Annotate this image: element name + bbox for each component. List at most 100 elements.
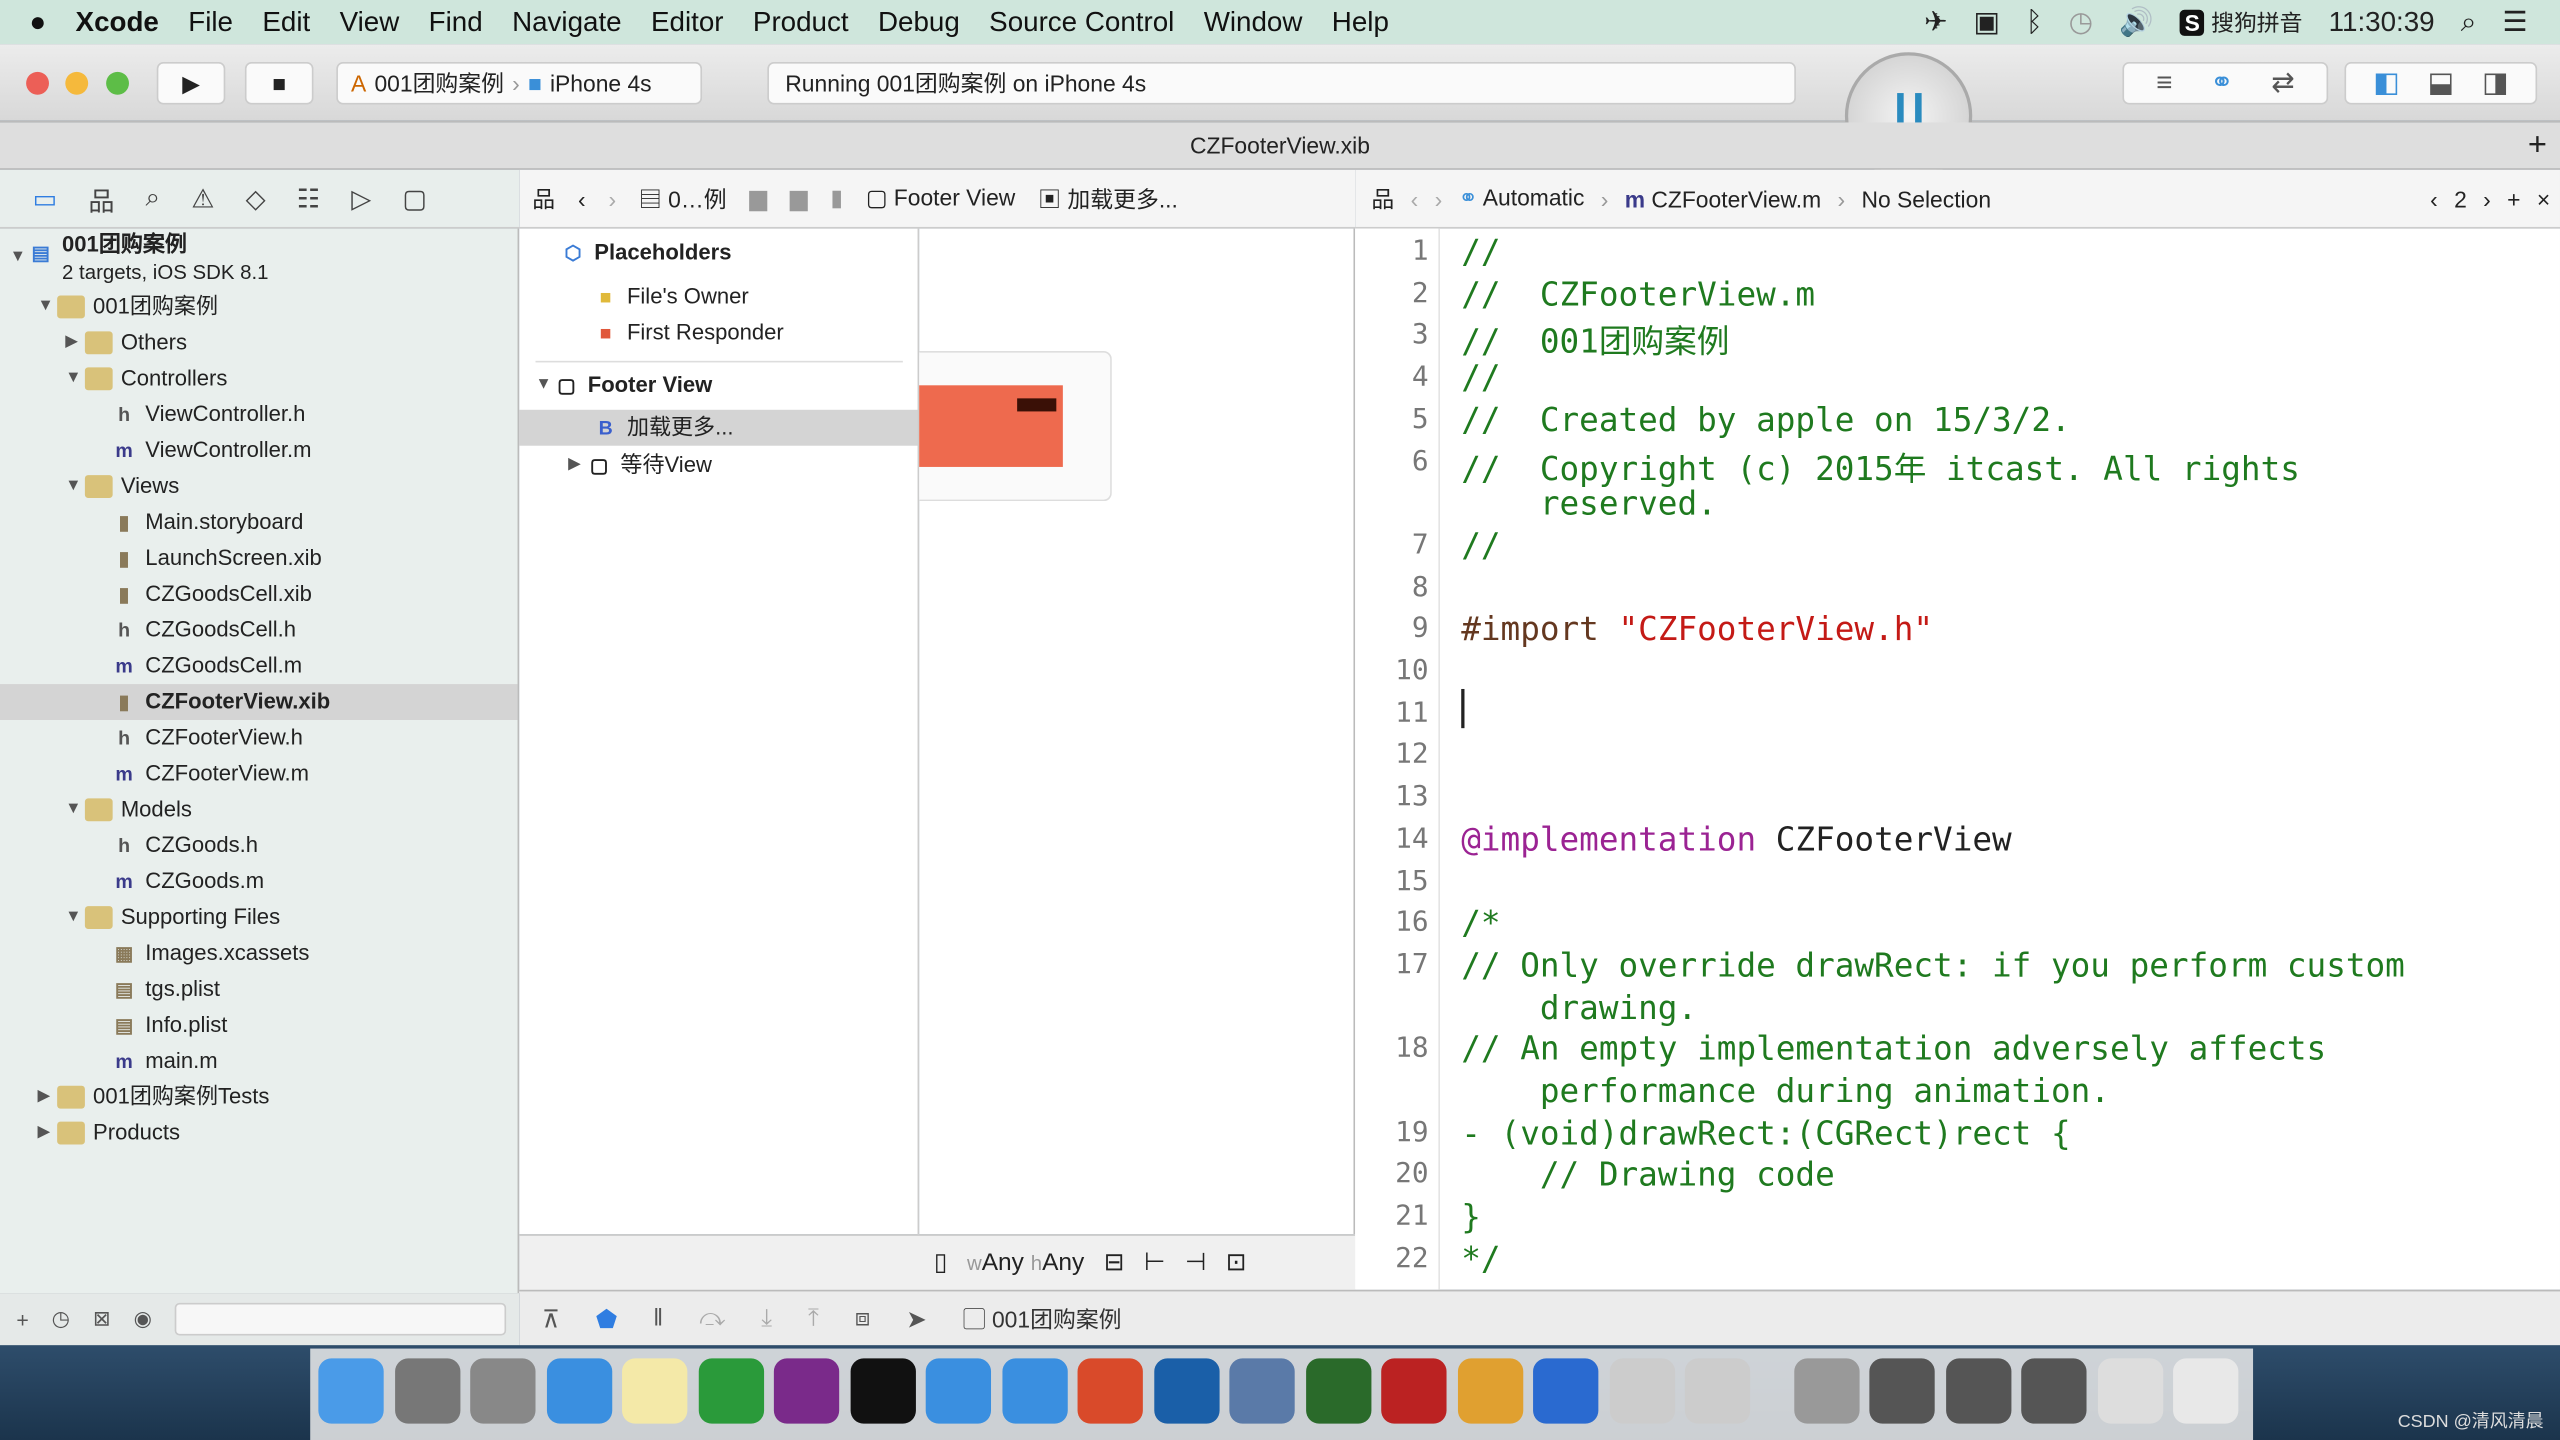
outline-first-responder[interactable]: ■ First Responder (594, 315, 784, 351)
disclosure-closed-icon[interactable]: ▶ (65, 325, 85, 361)
disclosure-open-icon[interactable]: ▼ (65, 469, 85, 505)
menu-help[interactable]: Help (1332, 6, 1389, 39)
outline-toggle-icon[interactable]: ▯ (934, 1247, 947, 1277)
dock-stack-4-icon[interactable] (2021, 1358, 2087, 1424)
dock-excel-icon[interactable] (697, 1358, 764, 1424)
disclosure-closed-icon[interactable]: ▶ (568, 447, 588, 483)
navigator-item[interactable]: ▤ Info.plist (0, 1007, 518, 1043)
issue-navigator-icon[interactable]: ⚠ (191, 182, 214, 215)
assistant-editor-icon[interactable]: ⚭ (2210, 67, 2233, 100)
dock-stack-1-icon[interactable] (1793, 1358, 1859, 1424)
jump-crumb-selection[interactable]: No Selection (1861, 185, 1991, 211)
navigator-item[interactable]: ▶ Others (0, 325, 518, 361)
dock-simulator-icon[interactable] (1001, 1358, 1067, 1424)
add-tab-button[interactable]: + (2528, 122, 2547, 169)
navigator-item[interactable]: m CZGoodsCell.m (0, 648, 518, 684)
xib-file-icon[interactable]: ▮ (830, 184, 843, 212)
outline-placeholders[interactable]: ⬡ Placeholders (562, 235, 731, 271)
debug-navigator-icon[interactable]: ☷ (297, 182, 320, 215)
symbol-navigator-icon[interactable]: 品 (88, 179, 114, 218)
menu-xcode[interactable]: Xcode (76, 6, 159, 39)
dock-instruments-icon[interactable] (1608, 1358, 1675, 1424)
bluetooth-icon[interactable]: ᛒ (2026, 6, 2043, 39)
dock-system-preferences-icon[interactable] (394, 1358, 460, 1424)
related-items-icon[interactable]: 品 (532, 182, 555, 215)
dock-filezilla-icon[interactable] (1381, 1358, 1447, 1424)
disclosure-open-icon[interactable]: ▼ (38, 289, 58, 325)
navigator-item[interactable]: m main.m (0, 1043, 518, 1079)
assistant-mode-selector[interactable]: ⚭ Automatic (1459, 184, 1585, 212)
navigator-item[interactable]: m ViewController.m (0, 433, 518, 469)
project-root[interactable]: ▼ ▤ 001团购案例 2 targets, iOS SDK 8.1 (10, 229, 269, 288)
disclosure-closed-icon[interactable]: ▶ (38, 1115, 58, 1151)
toggle-debug-area-icon[interactable]: ⬓ (2428, 67, 2454, 100)
minimize-window-button[interactable] (65, 71, 89, 95)
disclosure-closed-icon[interactable]: ▶ (38, 1079, 58, 1115)
clock[interactable]: 11:30:39 (2329, 6, 2435, 39)
location-icon[interactable]: ➤ (906, 1304, 927, 1333)
process-selector[interactable]: ▢ 001团购案例 (963, 1302, 1122, 1335)
outline-files-owner[interactable]: ■ File's Owner (594, 279, 749, 315)
related-items-icon[interactable]: 品 (1371, 182, 1394, 215)
toggle-navigator-icon[interactable]: ◧ (2373, 67, 2399, 100)
navigator-item[interactable]: ▼ Controllers (0, 361, 518, 397)
navigator-item[interactable]: ▼ Models (0, 792, 518, 828)
navigator-item[interactable]: ▮ CZFooterView.xib (0, 684, 518, 720)
jump-crumb-footer-view[interactable]: ▢ Footer View (866, 184, 1016, 212)
disclosure-open-icon[interactable]: ▼ (65, 900, 85, 936)
navigator-item[interactable]: h CZGoods.h (0, 828, 518, 864)
menu-editor[interactable]: Editor (651, 6, 724, 39)
align-icon[interactable]: ⊢ (1144, 1247, 1165, 1277)
close-window-button[interactable] (26, 71, 49, 95)
dock-notes-icon[interactable] (622, 1358, 688, 1424)
navigator-item[interactable]: h ViewController.h (0, 397, 518, 433)
volume-icon[interactable]: 🔊 (2119, 6, 2154, 39)
scheme-selector[interactable]: A 001团购案例 › ■ iPhone 4s (336, 62, 703, 105)
add-icon[interactable]: + (16, 1307, 28, 1331)
step-into-icon[interactable]: ⤓ (761, 1304, 772, 1332)
navigator-item[interactable]: m CZFooterView.m (0, 756, 518, 792)
stop-button[interactable]: ■ (244, 62, 314, 105)
menu-source-control[interactable]: Source Control (989, 6, 1174, 39)
navigator-item[interactable]: ▤ tgs.plist (0, 971, 518, 1007)
dock-sketch-icon[interactable] (1457, 1358, 1523, 1424)
step-out-icon[interactable]: ⤒ (808, 1304, 819, 1332)
filter-icon[interactable]: ◉ (134, 1306, 153, 1332)
navigator-item[interactable]: ▼ 001团购案例 (0, 289, 518, 325)
footer-view-frame[interactable] (919, 351, 1112, 502)
pin-icon[interactable]: ⊣ (1185, 1247, 1206, 1277)
navigator-item[interactable]: ▼ Supporting Files (0, 900, 518, 936)
pause-icon[interactable]: ‖ (653, 1304, 663, 1332)
breakpoints-toggle-icon[interactable]: ⬟ (596, 1304, 617, 1333)
disclosure-open-icon[interactable]: ▼ (65, 792, 85, 828)
back-icon[interactable]: ‹ (578, 185, 586, 211)
navigator-item[interactable]: ▦ Images.xcassets (0, 936, 518, 972)
dock-stack-2-icon[interactable] (1869, 1358, 1935, 1424)
jump-crumb-file[interactable]: m CZFooterView.m (1625, 185, 1821, 211)
menu-file[interactable]: File (188, 6, 233, 39)
jump-crumb-project[interactable]: ▤ 0…例 (639, 182, 727, 215)
view-debugging-icon[interactable]: ⧈ (855, 1304, 871, 1332)
outline-load-more-button[interactable]: B 加载更多... (519, 409, 918, 446)
disclosure-open-icon[interactable]: ▼ (10, 240, 30, 276)
dock-navicat-icon[interactable] (1305, 1358, 1371, 1424)
run-button[interactable]: ▶ (156, 62, 226, 105)
find-navigator-icon[interactable]: ⌕ (146, 184, 161, 213)
navigator-item[interactable]: ▶ Products (0, 1115, 518, 1151)
resolve-autolayout-icon[interactable]: ⊡ (1226, 1247, 1247, 1277)
menu-debug[interactable]: Debug (878, 6, 960, 39)
previous-counterpart-icon[interactable]: ‹ (2430, 185, 2438, 211)
scm-filter-icon[interactable]: ⊠ (93, 1306, 111, 1332)
dock-onenote-icon[interactable] (773, 1358, 840, 1424)
tab-czfooterview-xib[interactable]: CZFooterView.xib (1190, 132, 1370, 158)
airplane-icon[interactable]: ✈ (1924, 6, 1947, 39)
back-icon[interactable]: ‹ (1411, 185, 1419, 211)
recent-files-icon[interactable]: ◷ (52, 1306, 71, 1332)
dock-finder-icon[interactable] (318, 1358, 384, 1424)
stack-icon[interactable]: ⊟ (1104, 1247, 1125, 1277)
navigator-filter-input[interactable] (174, 1302, 507, 1336)
time-machine-icon[interactable]: ◷ (2069, 6, 2093, 39)
add-assistant-icon[interactable]: + (2507, 185, 2520, 211)
disclosure-open-icon[interactable]: ▼ (65, 361, 85, 397)
zoom-window-button[interactable] (106, 71, 129, 95)
